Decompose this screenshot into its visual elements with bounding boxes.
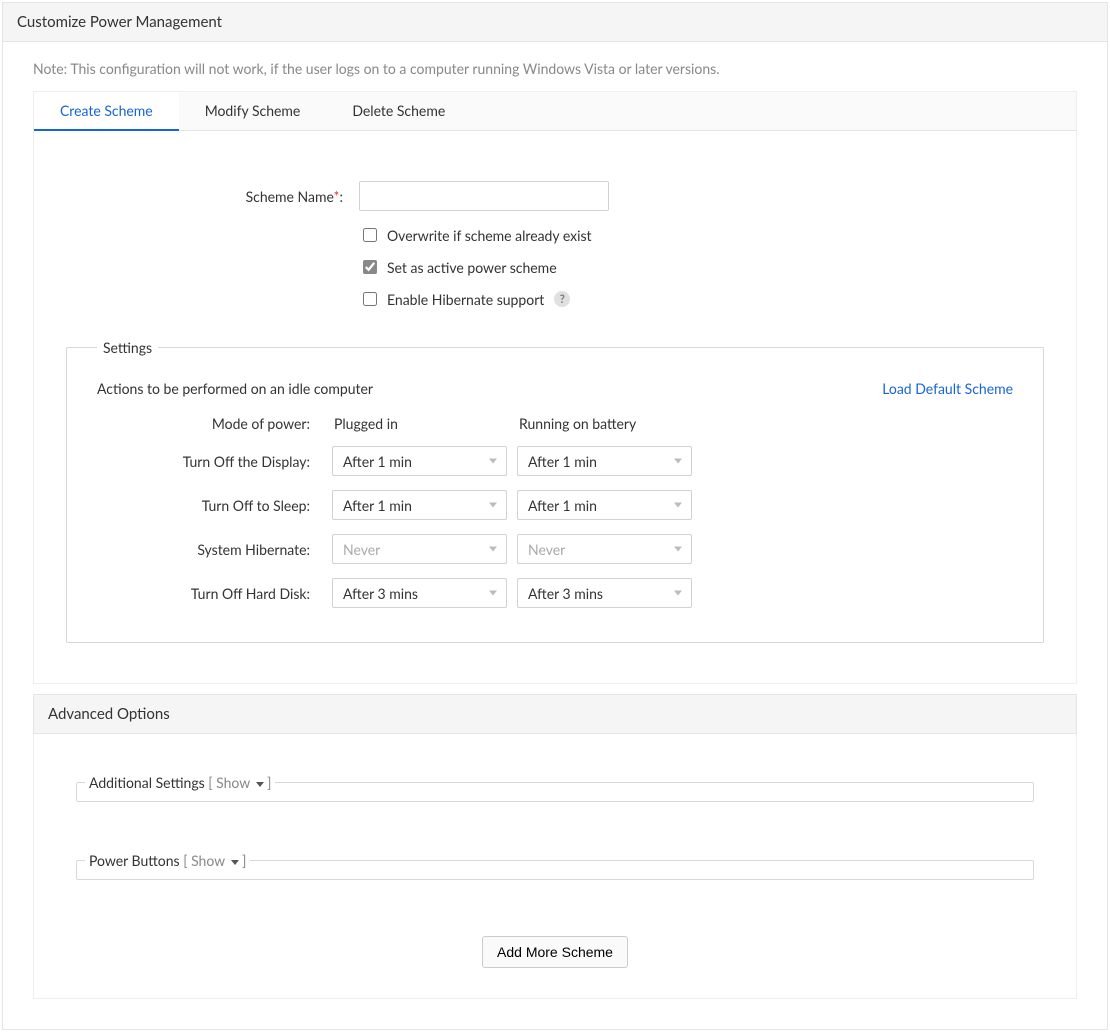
on-battery-header: Running on battery: [517, 415, 692, 432]
advanced-options-header: Advanced Options: [33, 694, 1077, 734]
chevron-down-icon: [489, 547, 497, 552]
power-buttons-label: Power Buttons: [89, 852, 180, 869]
scheme-tabs: Create Scheme Modify Scheme Delete Schem…: [33, 91, 1077, 131]
load-default-link[interactable]: Load Default Scheme: [882, 380, 1013, 397]
chevron-down-icon: [489, 459, 497, 464]
add-more-scheme-button[interactable]: Add More Scheme: [482, 936, 628, 968]
turn-off-sleep-label: Turn Off to Sleep:: [97, 497, 322, 514]
create-scheme-pane: Scheme Name*: Overwrite if scheme alread…: [33, 131, 1077, 684]
scheme-name-input[interactable]: [359, 181, 609, 211]
chevron-down-icon: [674, 459, 682, 464]
turn-off-harddisk-label: Turn Off Hard Disk:: [97, 585, 322, 602]
settings-legend: Settings: [97, 339, 158, 356]
set-active-checkbox[interactable]: [363, 260, 377, 274]
chevron-down-icon: [256, 782, 264, 787]
settings-description: Actions to be performed on an idle compu…: [97, 380, 373, 397]
chevron-down-icon: [674, 547, 682, 552]
tab-modify-scheme[interactable]: Modify Scheme: [179, 92, 327, 130]
plugged-in-header: Plugged in: [332, 415, 507, 432]
display-battery-dropdown[interactable]: After 1 min: [517, 446, 692, 476]
chevron-down-icon: [489, 591, 497, 596]
display-plugged-dropdown[interactable]: After 1 min: [332, 446, 507, 476]
additional-settings-toggle[interactable]: [ Show ]: [208, 774, 271, 791]
panel-title: Customize Power Management: [3, 3, 1107, 42]
scheme-name-label: Scheme Name*:: [64, 188, 359, 205]
hibernate-plugged-dropdown[interactable]: Never: [332, 534, 507, 564]
turn-off-display-label: Turn Off the Display:: [97, 453, 322, 470]
chevron-down-icon: [674, 503, 682, 508]
chevron-down-icon: [489, 503, 497, 508]
harddisk-plugged-dropdown[interactable]: After 3 mins: [332, 578, 507, 608]
settings-fieldset: Settings Actions to be performed on an i…: [66, 339, 1044, 643]
chevron-down-icon: [231, 860, 239, 865]
system-hibernate-label: System Hibernate:: [97, 541, 322, 558]
additional-settings-label: Additional Settings: [89, 774, 205, 791]
additional-settings-fieldset: Additional Settings [ Show ]: [76, 774, 1034, 802]
hibernate-battery-dropdown[interactable]: Never: [517, 534, 692, 564]
sleep-battery-dropdown[interactable]: After 1 min: [517, 490, 692, 520]
overwrite-checkbox[interactable]: [363, 228, 377, 242]
power-buttons-fieldset: Power Buttons [ Show ]: [76, 852, 1034, 880]
chevron-down-icon: [674, 591, 682, 596]
power-buttons-toggle[interactable]: [ Show ]: [183, 852, 246, 869]
mode-of-power-label: Mode of power:: [97, 415, 322, 432]
set-active-label: Set as active power scheme: [387, 259, 557, 276]
harddisk-battery-dropdown[interactable]: After 3 mins: [517, 578, 692, 608]
overwrite-label: Overwrite if scheme already exist: [387, 227, 592, 244]
help-icon[interactable]: ?: [554, 291, 570, 307]
tab-create-scheme[interactable]: Create Scheme: [34, 92, 179, 131]
config-note: Note: This configuration will not work, …: [33, 42, 1077, 91]
tab-delete-scheme[interactable]: Delete Scheme: [326, 92, 471, 130]
enable-hibernate-checkbox[interactable]: [363, 292, 377, 306]
enable-hibernate-label: Enable Hibernate support: [387, 291, 544, 308]
sleep-plugged-dropdown[interactable]: After 1 min: [332, 490, 507, 520]
